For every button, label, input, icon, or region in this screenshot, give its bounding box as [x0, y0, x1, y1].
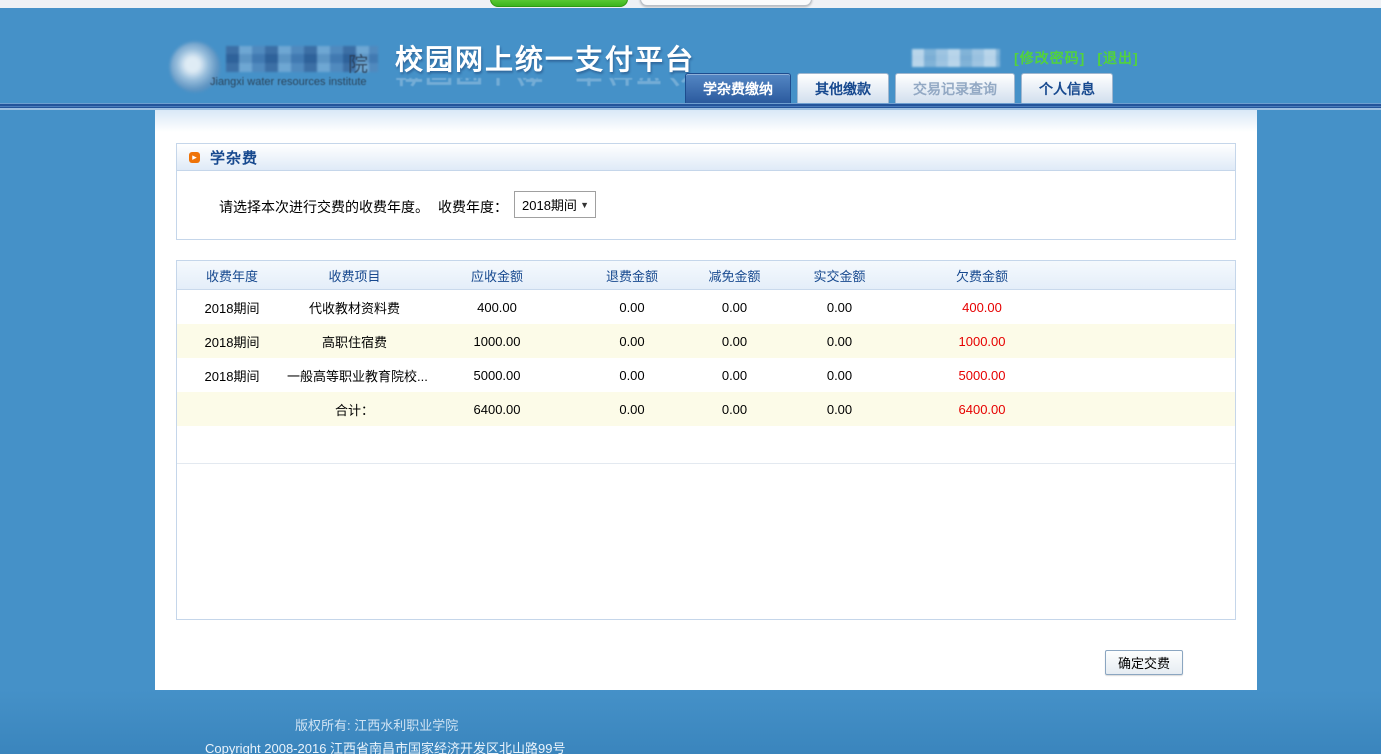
header: 院 Jiangxi water resources institute 校园网上… [0, 8, 1381, 103]
content-panel: ▸ 学杂费 请选择本次进行交费的收费年度。 收费年度： 2018期间 ▼ 收费年… [155, 110, 1257, 690]
orange-arrow-icon: ▸ [189, 151, 200, 163]
cell: 0.00 [721, 367, 748, 383]
fee-table-body: 2018期间 代收教材资料费 400.00 0.00 0.00 0.00 400.00 201… [177, 290, 1235, 426]
logo-subtitle: Jiangxi water resources institute [210, 76, 367, 88]
year-selector-panel: 请选择本次进行交费的收费年度。 收费年度： 2018期间 ▼ [176, 171, 1236, 240]
user-area: [修改密码] [退出] [912, 48, 1151, 68]
change-password-link[interactable]: [修改密码] [1014, 48, 1085, 68]
cell: 1000.00 [473, 333, 521, 349]
header-cell: 收费项目 [328, 268, 381, 284]
tab-personal-info[interactable]: 个人信息 [1021, 73, 1113, 103]
copyright-line1: 版权所有: 江西水利职业学院 [295, 718, 459, 733]
cell: 2018期间 [204, 300, 260, 316]
logo-name-suffix: 院 [348, 54, 368, 76]
page-title: 校园网上统一支付平台 [395, 44, 696, 75]
cell: 2018期间 [204, 334, 260, 350]
header-cell: 应收金额 [470, 268, 523, 284]
year-select-value: 2018期间 [522, 198, 577, 213]
cell: 合计： [334, 402, 374, 418]
section-title: 学杂费 [210, 149, 259, 167]
year-label: 收费年度： [438, 199, 508, 215]
username-redacted [912, 49, 1000, 67]
cell: 2018期间 [204, 368, 260, 384]
footer: 版权所有: 江西水利职业学院 Copyright 2008-2016 江西省南昌… [0, 690, 1381, 754]
cell: 0.00 [721, 401, 748, 417]
cell: 5000.00 [473, 367, 521, 383]
cell: 0.00 [619, 367, 645, 383]
page-title-wrap: 校园网上统一支付平台 校园网上统一支付平台 [395, 38, 695, 93]
cell: 400.00 [962, 299, 1002, 315]
browser-strip [0, 0, 1381, 8]
chevron-down-icon: ▼ [580, 199, 589, 210]
year-select[interactable]: 2018期间 ▼ [514, 191, 596, 218]
cell: 代收教材资料费 [308, 300, 400, 316]
logout-link[interactable]: [退出] [1097, 48, 1138, 68]
cell: 400.00 [477, 299, 517, 315]
table-header-row: 收费年度 收费项目 应收金额 退费金额 减免金额 实交金额 欠费金额 [177, 261, 1235, 290]
tab-transaction-records[interactable]: 交易记录查询 [895, 73, 1015, 103]
cell: 0.00 [826, 333, 853, 349]
cell: 0.00 [826, 367, 853, 383]
header-cell: 实交金额 [813, 268, 866, 284]
confirm-payment-button[interactable]: 确定交费 [1105, 650, 1183, 675]
cell: 0.00 [619, 333, 645, 349]
page: 院 Jiangxi water resources institute 校园网上… [0, 0, 1381, 754]
header-cell: 退费金额 [605, 268, 658, 284]
cell: 0.00 [721, 333, 748, 349]
cell: 6400.00 [958, 401, 1006, 417]
table-row: 2018期间 代收教材资料费 400.00 0.00 0.00 0.00 400.00 [177, 290, 1235, 324]
header-separator [0, 103, 1381, 110]
cell: 0.00 [619, 299, 645, 315]
tuition-section: ▸ 学杂费 请选择本次进行交费的收费年度。 收费年度： 2018期间 ▼ [176, 143, 1236, 240]
instruction-text: 请选择本次进行交费的收费年度。 [219, 199, 429, 215]
table-row: 合计： 6400.00 0.00 0.00 0.00 6400.00 [177, 392, 1235, 426]
header-cell: 欠费金额 [955, 268, 1008, 284]
cell: 0.00 [619, 401, 645, 417]
table-row: 2018期间 高职住宿费 1000.00 0.00 0.00 0.00 1000.00 [177, 324, 1235, 358]
header-cell: 减免金额 [708, 268, 761, 284]
cell: 1000.00 [958, 333, 1006, 349]
tab-tuition-payment[interactable]: 学杂费缴纳 [685, 73, 791, 103]
cell: 6400.00 [473, 401, 521, 417]
copyright-line2: Copyright 2008-2016 江西省南昌市国家经济开发区北山路99号 [205, 741, 566, 754]
nav-tabs: 学杂费缴纳 其他缴款 交易记录查询 个人信息 [685, 73, 1113, 103]
cell: 高职住宿费 [321, 334, 387, 350]
table-empty-row [177, 426, 1235, 464]
partial-green-button[interactable] [490, 0, 628, 7]
cell: 一般高等职业教育院校... [287, 368, 428, 384]
table-row: 2018期间 一般高等职业教育院校... 5000.00 0.00 0.00 0.00 50… [177, 358, 1235, 392]
school-logo: 院 Jiangxi water resources institute [170, 40, 385, 98]
fee-table: 收费年度 收费项目 应收金额 退费金额 减免金额 实交金额 欠费金额 2018期间 代收教材资… [176, 260, 1236, 620]
section-header: ▸ 学杂费 [176, 143, 1236, 171]
cell: 5000.00 [958, 367, 1006, 383]
cell: 0.00 [826, 401, 853, 417]
partial-white-tab[interactable] [640, 0, 812, 6]
tab-other-payment[interactable]: 其他缴款 [797, 73, 889, 103]
header-cell: 收费年度 [205, 268, 258, 284]
cell: 0.00 [721, 299, 748, 315]
cell: 0.00 [826, 299, 853, 315]
page-title-reflection: 校园网上统一支付平台 [395, 78, 695, 93]
